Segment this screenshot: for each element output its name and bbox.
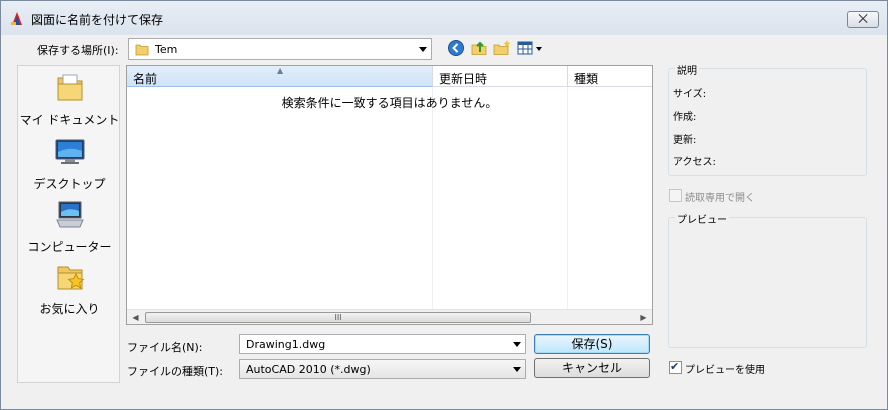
place-computer[interactable]: コンピューター <box>18 199 121 255</box>
autocad-app-icon <box>11 12 22 25</box>
cancel-button[interactable]: キャンセル <box>534 358 650 378</box>
back-icon[interactable] <box>447 39 465 57</box>
my-documents-icon <box>57 74 82 101</box>
computer-icon <box>55 201 84 228</box>
filename-label: ファイル名(N): <box>127 341 203 354</box>
title-bar[interactable]: 図面に名前を付けて保存 ⨉ <box>1 1 887 35</box>
desktop-icon <box>55 139 84 164</box>
save-button[interactable]: 保存(S) <box>534 334 650 354</box>
view-menu-icon[interactable] <box>517 39 545 57</box>
column-divider <box>432 87 433 309</box>
preview-group: プレビュー <box>668 211 867 348</box>
empty-list-message: 検索条件に一致する項目はありません。 <box>281 96 498 110</box>
chevron-down-icon <box>513 367 521 372</box>
filetype-value: AutoCAD 2010 (*.dwg) <box>246 363 371 376</box>
sort-ascending-icon: ▲ <box>277 66 284 75</box>
places-bar: マイ ドキュメント デスクトップ コンピューター お気に入り <box>17 65 120 383</box>
save-location-value: Tem <box>155 43 178 56</box>
checkmark-icon: ✔ <box>670 360 680 373</box>
scroll-right-icon[interactable]: ▶ <box>635 310 652 325</box>
column-divider <box>567 87 568 309</box>
close-icon: ⨉ <box>858 12 868 26</box>
folder-icon <box>135 44 149 56</box>
save-location-label: 保存する場所(I): <box>37 44 119 57</box>
filename-value: Drawing1.dwg <box>246 338 326 351</box>
column-header-modified[interactable]: 更新日時 <box>433 66 568 87</box>
column-header-type[interactable]: 種類 <box>568 66 652 87</box>
read-only-checkbox[interactable] <box>669 189 682 202</box>
close-button[interactable]: ⨉ <box>847 11 879 28</box>
preview-title: プレビュー <box>675 211 729 226</box>
filetype-label: ファイルの種類(T): <box>127 365 224 378</box>
save-drawing-dialog: 図面に名前を付けて保存 ⨉ 保存する場所(I): Tem マイ ドキュメント デ… <box>0 0 888 410</box>
size-field-label: サイズ: <box>673 89 707 100</box>
scrollbar-thumb[interactable]: III <box>145 312 531 323</box>
horizontal-scrollbar[interactable]: ◀ III ▶ <box>127 309 652 324</box>
chevron-down-icon <box>513 342 521 347</box>
place-my-documents[interactable]: マイ ドキュメント <box>18 72 121 128</box>
description-group: 説明 サイズ: 作成: 更新: アクセス: <box>668 62 867 176</box>
new-folder-icon[interactable] <box>493 39 511 57</box>
use-preview-checkbox[interactable]: ✔ <box>669 360 682 374</box>
scroll-left-icon[interactable]: ◀ <box>127 310 144 325</box>
filetype-dropdown[interactable]: AutoCAD 2010 (*.dwg) <box>239 359 526 379</box>
read-only-label: 読取専用で開く <box>685 193 755 204</box>
column-header-name[interactable]: 名前 ▲ <box>127 66 433 87</box>
access-field-label: アクセス: <box>673 157 716 168</box>
place-favorites[interactable]: お気に入り <box>18 261 121 317</box>
place-label: デスクトップ <box>33 177 106 191</box>
created-field-label: 作成: <box>673 112 697 123</box>
up-folder-icon[interactable] <box>470 39 488 57</box>
place-label: お気に入り <box>39 302 100 316</box>
filename-input[interactable]: Drawing1.dwg <box>239 334 526 354</box>
place-label: マイ ドキュメント <box>19 113 120 127</box>
place-label: コンピューター <box>27 240 112 254</box>
use-preview-label: プレビューを使用 <box>685 365 765 376</box>
modified-field-label: 更新: <box>673 135 697 146</box>
chevron-down-icon <box>419 47 427 52</box>
dialog-title: 図面に名前を付けて保存 <box>31 13 164 27</box>
save-location-dropdown[interactable]: Tem <box>128 38 432 60</box>
file-list-view[interactable]: 名前 ▲ 更新日時 種類 検索条件に一致する項目はありません。 ◀ III ▶ <box>126 65 653 325</box>
favorites-icon <box>57 266 84 290</box>
description-title: 説明 <box>675 62 699 77</box>
place-desktop[interactable]: デスクトップ <box>18 136 121 192</box>
